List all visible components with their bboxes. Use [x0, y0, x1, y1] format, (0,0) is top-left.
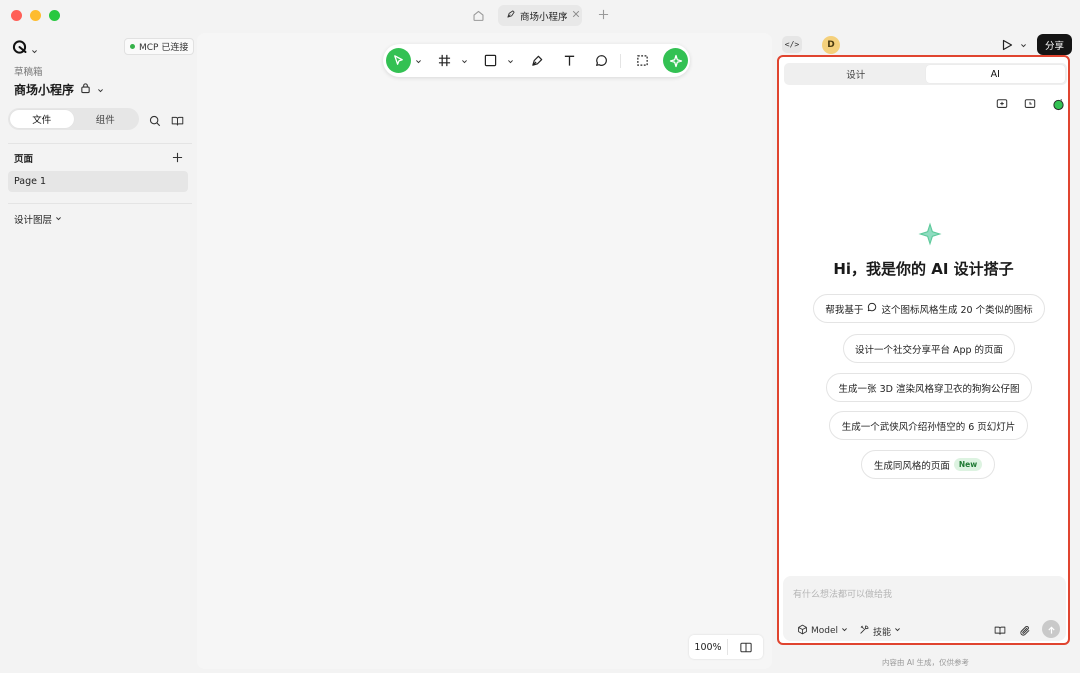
divider — [8, 143, 192, 144]
library-book-icon[interactable] — [170, 114, 184, 128]
code-view-button[interactable]: </> — [782, 36, 802, 53]
toolbar-divider — [620, 54, 621, 68]
history-icon[interactable] — [1023, 97, 1037, 111]
ai-greeting-title: Hi，我是你的 AI 设计搭子 — [833, 260, 1014, 278]
project-title[interactable]: 商场小程序 — [14, 81, 104, 98]
skills-label: 技能 — [873, 627, 892, 638]
app-menu[interactable] — [12, 39, 38, 59]
chevron-down-icon[interactable] — [460, 57, 468, 65]
share-button[interactable]: 分享 — [1037, 34, 1072, 55]
square-icon[interactable] — [480, 50, 501, 71]
skills-selector[interactable]: 技能 — [859, 624, 901, 638]
layers-title-label: 设计图层 — [14, 215, 53, 226]
window-titlebar: 商场小程序 — [0, 0, 1080, 30]
suggestion-text: 生成同风格的页面 — [873, 460, 950, 472]
suggestion-text: 设计一个社交分享平台 App 的页面 — [854, 344, 1004, 356]
suggestion-chip[interactable]: 帮我基于 这个图标风格生成 20 个类似的图标 — [813, 294, 1045, 323]
plus-icon[interactable] — [596, 7, 610, 21]
chevron-down-icon — [97, 83, 104, 97]
chevron-down-icon[interactable] — [1019, 41, 1027, 49]
status-dot-icon — [130, 44, 135, 49]
chevron-down-icon — [31, 40, 38, 59]
zoom-level[interactable]: 100% — [689, 642, 727, 653]
paperclip-icon[interactable] — [1018, 624, 1031, 637]
sidebar-tabs: 文件 组件 — [8, 108, 139, 130]
arrow-up-icon — [1047, 620, 1056, 639]
panel-toggle-icon[interactable] — [728, 642, 763, 653]
credits-icon[interactable] — [1051, 97, 1065, 111]
home-icon[interactable] — [470, 7, 486, 23]
divider — [8, 203, 192, 204]
suggestion-chip[interactable]: 生成一个武侠风介绍孙悟空的 6 页幻灯片 — [829, 411, 1028, 440]
send-button[interactable] — [1042, 620, 1060, 638]
chevron-down-icon[interactable] — [414, 57, 422, 65]
suggestion-text: 帮我基于 — [825, 304, 864, 316]
model-label: Model — [811, 626, 839, 636]
avatar[interactable]: D — [822, 36, 840, 54]
layers-section-title[interactable]: 设计图层 — [14, 212, 62, 226]
suggestion-text: 生成一张 3D 渲染风格穿卫衣的狗狗公仔图 — [838, 383, 1020, 395]
page-list-item[interactable]: Page 1 — [8, 171, 188, 192]
chevron-down-icon — [841, 626, 848, 636]
minimize-window-button[interactable] — [30, 10, 41, 21]
project-name: 商场小程序 — [14, 83, 75, 97]
mcp-status-text: MCP 已连接 — [139, 43, 189, 53]
pages-section-title: 页面 — [14, 154, 34, 165]
app-logo-icon — [12, 39, 28, 59]
new-badge: New — [953, 458, 983, 471]
tab-files[interactable]: 文件 — [10, 110, 74, 128]
document-tab-label: 商场小程序 — [520, 11, 568, 23]
lock-icon — [80, 82, 91, 97]
suggestion-chip[interactable]: 设计一个社交分享平台 App 的页面 — [843, 334, 1015, 363]
search-icon[interactable] — [148, 114, 162, 128]
speech-bubble-icon[interactable] — [591, 50, 612, 71]
text-t-icon[interactable] — [559, 50, 580, 71]
mcp-status-badge[interactable]: MCP 已连接 — [124, 38, 195, 55]
panel-tabs: 设计 AI — [784, 63, 1067, 85]
pen-nib-icon[interactable] — [527, 50, 548, 71]
dashed-select-icon[interactable] — [632, 50, 653, 71]
sparkle-icon[interactable] — [663, 48, 688, 73]
play-icon[interactable] — [1000, 38, 1014, 52]
tab-design[interactable]: 设计 — [786, 65, 926, 83]
book-icon[interactable] — [993, 624, 1006, 637]
tools-icon — [859, 624, 870, 638]
chevron-down-icon — [55, 214, 62, 225]
document-tab[interactable]: 商场小程序 — [498, 5, 582, 26]
ai-disclaimer: 内容由 AI 生成，仅供参考 — [881, 658, 970, 667]
design-canvas[interactable] — [197, 33, 772, 669]
close-window-button[interactable] — [11, 10, 22, 21]
cube-icon — [797, 624, 808, 638]
frame-hash-icon[interactable] — [434, 50, 455, 71]
add-page-icon[interactable] — [170, 150, 184, 164]
suggestion-chip[interactable]: 生成同风格的页面 New — [861, 450, 995, 479]
tab-ai[interactable]: AI — [925, 65, 1065, 83]
drafts-breadcrumb[interactable]: 草稿箱 — [14, 64, 43, 78]
suggestion-text: 生成一个武侠风介绍孙悟空的 6 页幻灯片 — [841, 421, 1016, 433]
canvas-toolbar — [383, 44, 690, 77]
chat-input[interactable]: 有什么想法都可以做给我 — [793, 587, 892, 600]
left-sidebar: MCP 已连接 草稿箱 商场小程序 文件 组件 页面 Page 1 设计图层 — [0, 30, 196, 673]
pen-tool-icon — [506, 9, 516, 22]
speech-bubble-icon — [867, 302, 877, 315]
maximize-window-button[interactable] — [49, 10, 60, 21]
ai-panel: 设计 AI Hi，我是你的 AI 设计搭子 帮我基于 这个图标风格生成 20 个… — [777, 55, 1070, 645]
model-selector[interactable]: Model — [797, 624, 848, 638]
zoom-control: 100% — [689, 635, 763, 659]
window-controls — [11, 10, 60, 21]
new-chat-icon[interactable] — [995, 97, 1009, 111]
close-icon[interactable] — [572, 10, 580, 21]
suggestion-chip[interactable]: 生成一张 3D 渲染风格穿卫衣的狗狗公仔图 — [826, 373, 1032, 402]
tab-components[interactable]: 组件 — [74, 110, 138, 128]
chevron-down-icon — [894, 626, 901, 636]
chevron-down-icon[interactable] — [506, 57, 514, 65]
sparkle-icon — [918, 222, 942, 246]
suggestion-text: 这个图标风格生成 20 个类似的图标 — [881, 304, 1033, 316]
cursor-arrow-icon[interactable] — [386, 48, 411, 73]
chat-input-box[interactable]: 有什么想法都可以做给我 Model 技能 — [783, 576, 1066, 641]
